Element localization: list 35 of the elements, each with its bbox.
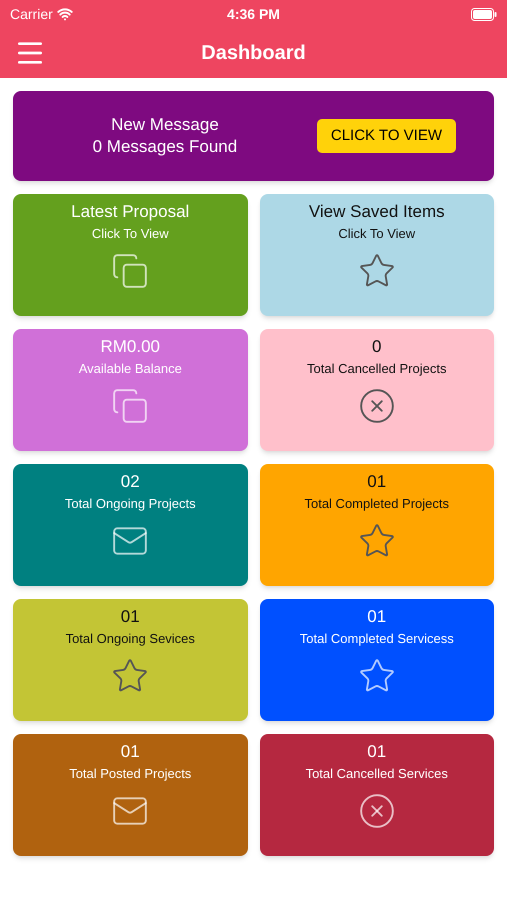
tile-title: 01 <box>120 741 140 763</box>
tile-title: 02 <box>120 471 140 493</box>
dashboard-tile[interactable]: 01 Total Cancelled Services <box>260 734 494 856</box>
view-button[interactable]: CLICK TO VIEW <box>316 118 456 154</box>
tile-title: RM0.00 <box>100 336 160 358</box>
tile-subtitle: Total Cancelled Projects <box>307 360 446 378</box>
banner-subtitle: 0 Messages Found <box>92 136 238 158</box>
tile-subtitle: Available Balance <box>78 360 182 378</box>
tile-title: 01 <box>367 471 386 493</box>
dashboard-tile[interactable]: 01 Total Completed Servicess <box>260 599 494 721</box>
tile-subtitle: Total Ongoing Sevices <box>66 630 195 648</box>
dashboard-tile[interactable]: View Saved Items Click To View <box>260 194 494 316</box>
tile-title: View Saved Items <box>308 201 445 223</box>
tile-subtitle: Total Completed Servicess <box>300 630 454 648</box>
tile-title: 01 <box>367 606 386 628</box>
dashboard-tile[interactable]: Latest Proposal Click To View <box>13 194 248 316</box>
tile-subtitle: Click To View <box>338 225 416 243</box>
tile-subtitle: Total Cancelled Services <box>306 765 448 783</box>
dashboard-tile[interactable]: 0 Total Cancelled Projects <box>260 329 494 451</box>
tile-title: 01 <box>120 606 140 628</box>
status-time: 4:36 PM <box>227 4 280 24</box>
tile-title: 01 <box>367 741 386 763</box>
tile-title: 0 <box>372 336 382 358</box>
tile-subtitle: Total Posted Projects <box>69 765 192 783</box>
nav-title: Dashboard <box>201 41 306 66</box>
dashboard-tile[interactable]: 01 Total Completed Projects <box>260 464 494 586</box>
dashboard-tile[interactable]: 01 Total Posted Projects <box>13 734 248 856</box>
tile-title: Latest Proposal <box>71 201 190 223</box>
tile-subtitle: Total Ongoing Projects <box>64 495 196 513</box>
dashboard-tile[interactable]: 02 Total Ongoing Projects <box>13 464 248 586</box>
banner-title: New Message <box>111 114 219 136</box>
carrier-label: Carrier <box>10 4 53 24</box>
dashboard-tile[interactable]: 01 Total Ongoing Sevices <box>13 599 248 721</box>
tile-subtitle: Click To View <box>92 225 169 243</box>
tile-subtitle: Total Completed Projects <box>304 495 449 513</box>
